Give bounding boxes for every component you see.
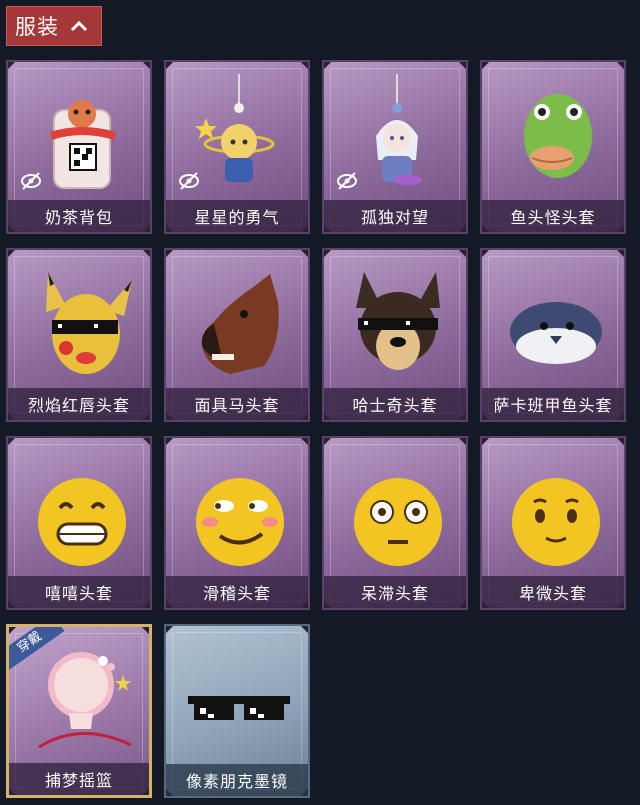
item-card-stunned-mask[interactable]: 呆滞头套	[322, 436, 468, 610]
hidden-eye-icon	[337, 172, 357, 190]
dream-cradle-icon	[38, 652, 132, 749]
item-card-pixel-sunglasses[interactable]: 像素朋克墨镜	[164, 624, 310, 798]
item-card-red-lips-mask[interactable]: 烈焰红唇头套	[6, 248, 152, 422]
item-label: 孤独对望	[324, 200, 466, 232]
item-card-star-courage[interactable]: 星星的勇气	[164, 60, 310, 234]
horse-mask-icon	[201, 274, 279, 374]
husky-mask-icon	[356, 272, 440, 370]
item-card-timid-mask[interactable]: 卑微头套	[480, 436, 626, 610]
item-label: 捕梦摇篮	[9, 763, 149, 795]
yellow-creature-mask-icon	[46, 272, 132, 374]
item-label: 奶茶背包	[8, 200, 150, 232]
item-label: 星星的勇气	[166, 200, 308, 232]
item-label: 鱼头怪头套	[482, 200, 624, 232]
item-label: 滑稽头套	[166, 576, 308, 608]
chevron-up-icon	[70, 20, 88, 32]
item-card-lonely-gaze[interactable]: 孤独对望	[322, 60, 468, 234]
stunned-emoji-mask-icon	[354, 478, 442, 566]
item-label: 卑微头套	[482, 576, 624, 608]
item-card-dream-cradle[interactable]: 穿戴 捕梦摇篮	[6, 624, 152, 798]
item-label: 烈焰红唇头套	[8, 388, 150, 420]
item-label: 呆滞头套	[324, 576, 466, 608]
category-header-costume[interactable]: 服装	[6, 6, 102, 46]
sacabambaspis-mask-icon	[510, 302, 602, 364]
hidden-eye-icon	[179, 172, 199, 190]
timid-emoji-mask-icon	[512, 478, 600, 566]
item-card-fish-head-mask[interactable]: 鱼头怪头套	[480, 60, 626, 234]
funny-emoji-mask-icon	[196, 478, 284, 566]
item-label: 嘻嘻头套	[8, 576, 150, 608]
item-card-sacabambaspis-mask[interactable]: 萨卡班甲鱼头套	[480, 248, 626, 422]
hidden-eye-icon	[21, 172, 41, 190]
fish-head-mask-icon	[524, 94, 592, 178]
item-card-grin-mask[interactable]: 嘻嘻头套	[6, 436, 152, 610]
item-label: 像素朋克墨镜	[166, 764, 308, 796]
pixel-sunglasses-icon	[188, 696, 290, 720]
item-label: 哈士奇头套	[324, 388, 466, 420]
item-card-milk-tea-backpack[interactable]: 奶茶背包	[6, 60, 152, 234]
item-card-funny-mask[interactable]: 滑稽头套	[164, 436, 310, 610]
item-label: 萨卡班甲鱼头套	[482, 388, 624, 420]
category-title: 服装	[15, 15, 59, 39]
grin-emoji-mask-icon	[38, 478, 126, 566]
item-card-husky-mask[interactable]: 哈士奇头套	[322, 248, 468, 422]
item-label: 面具马头套	[166, 388, 308, 420]
item-card-horse-mask[interactable]: 面具马头套	[164, 248, 310, 422]
